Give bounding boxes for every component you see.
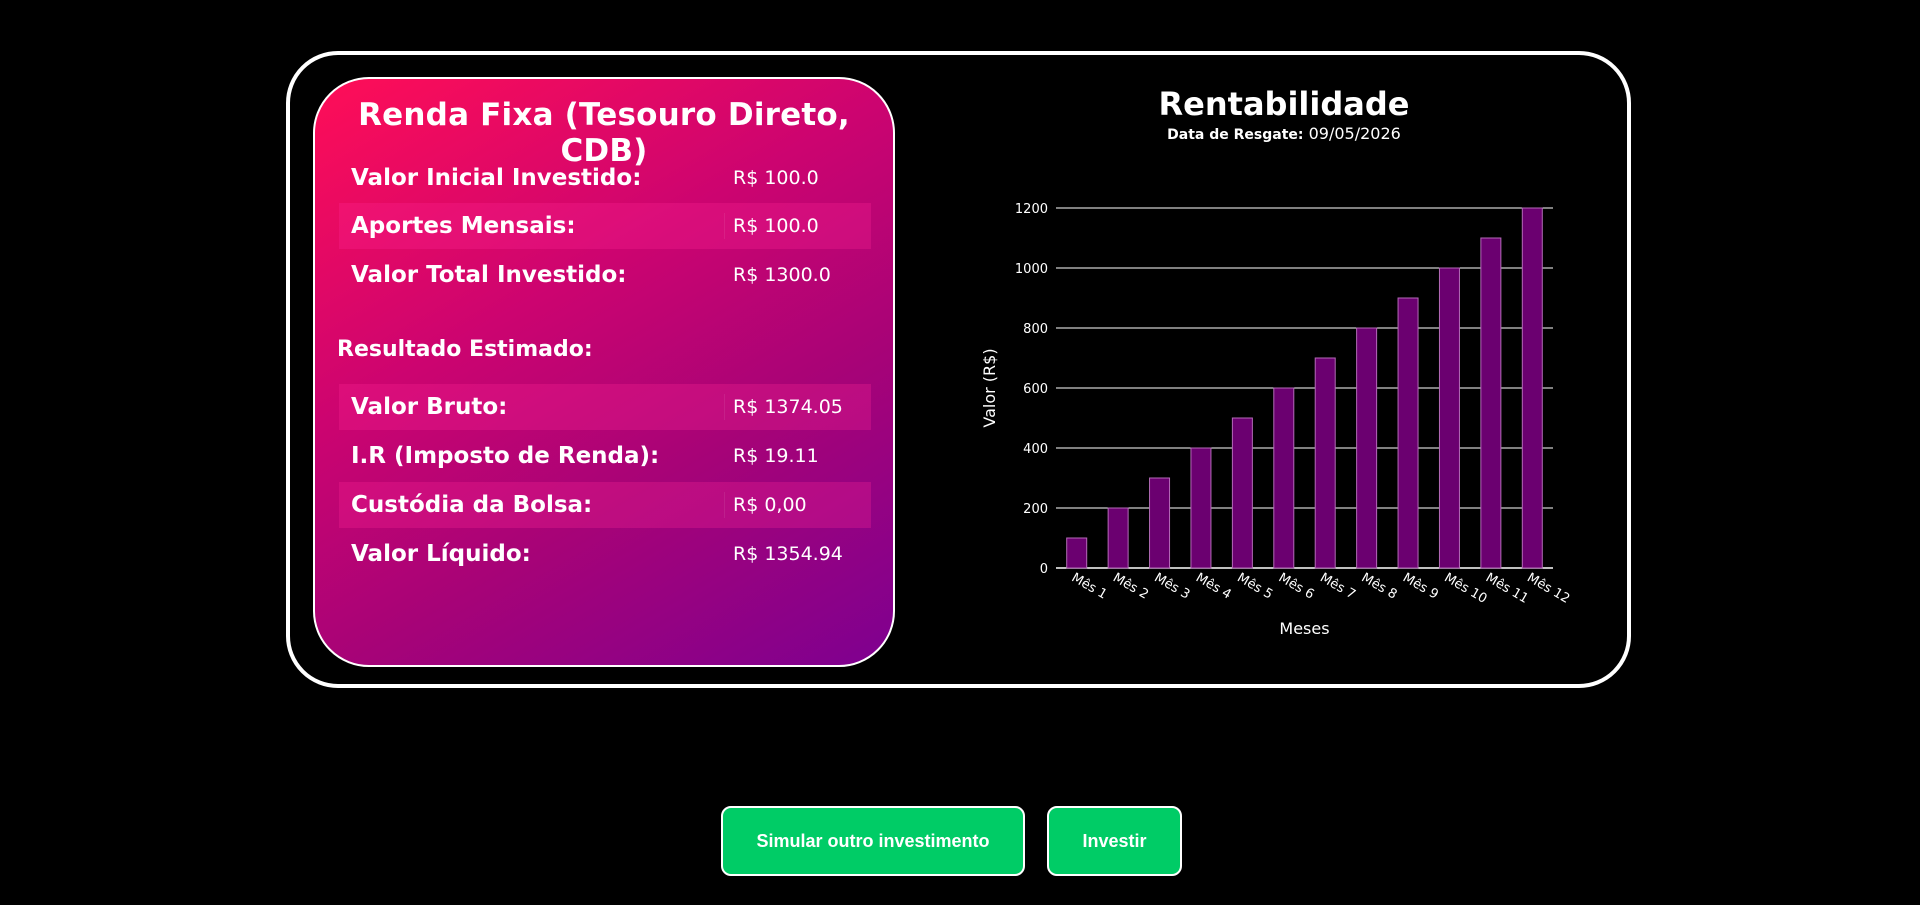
x-tick-label: Mês 1 (1069, 570, 1110, 602)
bar (1107, 507, 1129, 569)
row-label: Valor Líquido: (351, 541, 531, 567)
row-value: R$ 1354.94 (733, 543, 843, 565)
x-tick-label: Mês 7 (1317, 570, 1358, 602)
y-tick-label: 1000 (1015, 262, 1048, 277)
y-tick-label: 200 (1023, 502, 1048, 517)
result-section-label: Resultado Estimado: (337, 337, 593, 362)
row-value: R$ 1374.05 (733, 396, 843, 418)
bar (1231, 417, 1253, 569)
y-tick-label: 800 (1023, 322, 1048, 337)
chart-subtitle: Data de Resgate: 09/05/2026 (1034, 124, 1534, 143)
row-label: Aportes Mensais: (339, 213, 725, 239)
row-label: Valor Bruto: (339, 394, 725, 420)
rentabilidade-bar-chart: 020040060080010001200Mês 1 Mês 2 Mês 3 Mês … (980, 202, 1572, 638)
x-tick-label: Mês 4 (1193, 570, 1234, 602)
resgate-date-label: Data de Resgate: (1167, 127, 1304, 143)
bar (1397, 297, 1419, 569)
bar (1149, 477, 1171, 569)
bar (1480, 237, 1502, 569)
x-tick-label: Mês 3 (1152, 570, 1193, 602)
investment-summary-card: Renda Fixa (Tesouro Direto, CDB) Valor I… (313, 77, 895, 667)
resgate-date-value: 09/05/2026 (1308, 124, 1401, 143)
row-label: Valor Total Investido: (351, 262, 627, 288)
simulate-another-button[interactable]: Simular outro investimento (721, 806, 1025, 876)
row-value: R$ 1300.0 (733, 264, 831, 286)
row-valor-liquido: Valor Líquido: R$ 1354.94 (339, 531, 871, 577)
x-tick-label: Mês 2 (1110, 570, 1151, 602)
invest-button[interactable]: Investir (1047, 806, 1182, 876)
row-value: R$ 100.0 (733, 215, 819, 237)
y-axis-title: Valor (R$) (980, 348, 999, 427)
row-label: Custódia da Bolsa: (339, 492, 725, 518)
row-value: R$ 0,00 (733, 494, 807, 516)
x-tick-label: Mês 5 (1234, 570, 1275, 602)
row-valor-inicial: Valor Inicial Investido: R$ 100.0 (339, 155, 871, 201)
x-tick-label: Mês 11 (1483, 570, 1531, 606)
bar (1438, 267, 1460, 569)
x-tick-label: Mês 10 (1441, 570, 1489, 606)
row-label: Valor Inicial Investido: (351, 165, 642, 191)
y-tick-label: 400 (1023, 442, 1048, 457)
x-tick-label: Mês 6 (1276, 570, 1317, 602)
bar (1521, 207, 1543, 569)
bar (1273, 387, 1295, 569)
bar (1190, 447, 1212, 569)
row-imposto-renda: I.R (Imposto de Renda): R$ 19.11 (339, 433, 871, 479)
bar (1066, 537, 1088, 569)
x-tick-label: Mês 12 (1524, 570, 1572, 606)
y-tick-label: 600 (1023, 382, 1048, 397)
row-value: R$ 100.0 (733, 167, 819, 189)
row-aportes-mensais: Aportes Mensais: R$ 100.0 (339, 203, 871, 249)
chart-title: Rentabilidade (1158, 85, 1410, 123)
x-axis-title: Meses (1279, 619, 1329, 638)
row-value: R$ 19.11 (733, 445, 819, 467)
bar (1314, 357, 1336, 569)
x-tick-label: Mês 8 (1359, 570, 1400, 602)
y-tick-label: 0 (1040, 562, 1048, 577)
row-valor-total: Valor Total Investido: R$ 1300.0 (339, 252, 871, 298)
row-label: I.R (Imposto de Renda): (351, 443, 660, 469)
row-valor-bruto: Valor Bruto: R$ 1374.05 (339, 384, 871, 430)
y-tick-label: 1200 (1015, 202, 1048, 217)
bar (1356, 327, 1378, 569)
x-tick-label: Mês 9 (1400, 570, 1441, 602)
row-custodia-bolsa: Custódia da Bolsa: R$ 0,00 (339, 482, 871, 528)
